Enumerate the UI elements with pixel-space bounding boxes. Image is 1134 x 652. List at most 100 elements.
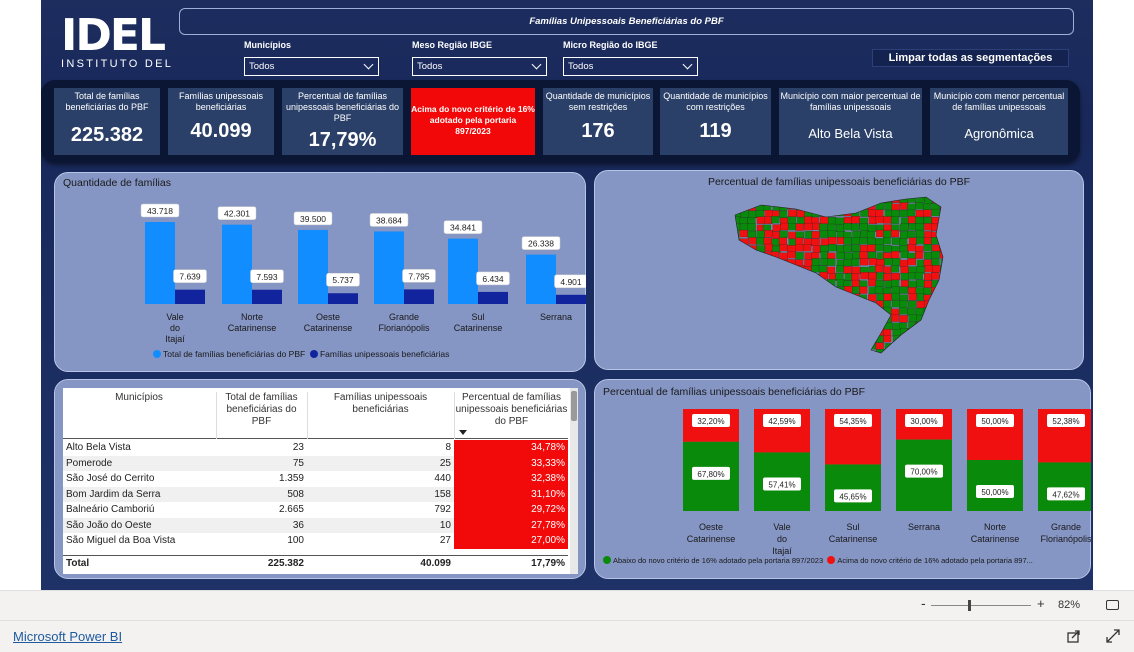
- map-municipality[interactable]: [907, 230, 916, 239]
- map-municipality[interactable]: [763, 286, 772, 294]
- map-municipality[interactable]: [891, 272, 900, 281]
- map-municipality[interactable]: [779, 328, 788, 336]
- map-municipality[interactable]: [859, 237, 868, 245]
- col-percentual[interactable]: Percentual de famílias unipessoais benef…: [454, 392, 568, 439]
- slicer-municipios-dropdown[interactable]: Todos: [244, 57, 379, 76]
- map-municipality[interactable]: [739, 349, 748, 355]
- map-municipality[interactable]: [788, 307, 797, 315]
- map-municipality[interactable]: [748, 287, 757, 295]
- map-municipality[interactable]: [923, 342, 932, 350]
- map-municipality[interactable]: [924, 265, 934, 273]
- map-municipality[interactable]: [939, 308, 946, 316]
- bar-unipessoais[interactable]: [478, 291, 508, 304]
- map-municipality[interactable]: [907, 328, 916, 336]
- map-municipality[interactable]: [884, 343, 893, 351]
- clear-slicers-button[interactable]: Limpar todas as segmentações: [872, 49, 1069, 67]
- powerbi-link[interactable]: Microsoft Power BI: [13, 629, 122, 644]
- map-municipality[interactable]: [763, 342, 773, 351]
- map-municipality[interactable]: [843, 350, 852, 355]
- map-municipality[interactable]: [819, 349, 829, 355]
- map-municipality[interactable]: [739, 308, 748, 316]
- map-municipality[interactable]: [804, 321, 813, 329]
- map-municipality[interactable]: [739, 203, 748, 211]
- map-municipality[interactable]: [779, 230, 788, 238]
- map-municipality[interactable]: [795, 307, 804, 315]
- map-municipality[interactable]: [891, 196, 900, 204]
- map-municipality[interactable]: [883, 273, 892, 281]
- map-municipality[interactable]: [747, 301, 756, 309]
- map-municipality[interactable]: [899, 336, 908, 344]
- map-municipality[interactable]: [892, 258, 901, 266]
- map-municipality[interactable]: [931, 272, 940, 280]
- map-municipality[interactable]: [836, 251, 845, 260]
- map-municipality[interactable]: [932, 349, 941, 355]
- map-municipality[interactable]: [748, 321, 757, 329]
- map-municipality[interactable]: [772, 315, 781, 324]
- map-municipality[interactable]: [787, 322, 796, 330]
- scrollbar-thumb[interactable]: [571, 391, 577, 421]
- map-municipality[interactable]: [796, 217, 805, 225]
- map-municipality[interactable]: [803, 244, 812, 252]
- map-municipality[interactable]: [876, 229, 885, 238]
- map-municipality[interactable]: [931, 208, 940, 217]
- map-municipality[interactable]: [731, 293, 740, 301]
- map-municipality[interactable]: [803, 273, 813, 282]
- map-municipality[interactable]: [890, 265, 900, 273]
- map-municipality[interactable]: [764, 314, 773, 322]
- map-municipality[interactable]: [883, 293, 892, 301]
- map-municipality[interactable]: [915, 342, 924, 350]
- map-municipality[interactable]: [755, 321, 764, 329]
- map-municipality[interactable]: [874, 264, 884, 273]
- map-municipality[interactable]: [812, 245, 821, 253]
- map-municipality[interactable]: [820, 315, 829, 323]
- map-municipality[interactable]: [764, 230, 773, 238]
- map-municipality[interactable]: [748, 237, 757, 245]
- sort-desc-icon[interactable]: [459, 430, 467, 435]
- map-municipality[interactable]: [796, 329, 805, 338]
- map-municipality[interactable]: [827, 223, 836, 232]
- map-municipality[interactable]: [740, 252, 749, 260]
- map-municipality[interactable]: [908, 223, 917, 231]
- map-municipality[interactable]: [780, 292, 789, 301]
- map-municipality[interactable]: [763, 293, 772, 301]
- map-municipality[interactable]: [795, 223, 804, 231]
- map-municipality[interactable]: [747, 217, 756, 225]
- map-municipality[interactable]: [930, 342, 940, 350]
- map-municipality[interactable]: [940, 210, 946, 218]
- map-municipality[interactable]: [835, 217, 844, 225]
- map-municipality[interactable]: [827, 329, 836, 338]
- map-municipality[interactable]: [819, 343, 828, 351]
- map-municipality[interactable]: [828, 244, 837, 252]
- map-municipality[interactable]: [915, 322, 924, 330]
- map-municipality[interactable]: [733, 272, 741, 281]
- map-municipality[interactable]: [748, 314, 758, 322]
- table-row[interactable]: Pomerode 75 25 33,33%: [63, 455, 568, 471]
- bar-unipessoais[interactable]: [252, 289, 282, 304]
- map-municipality[interactable]: [764, 322, 773, 330]
- map-municipality[interactable]: [763, 196, 772, 204]
- bar-unipessoais[interactable]: [328, 293, 358, 304]
- map-municipality[interactable]: [819, 308, 828, 316]
- map-municipality[interactable]: [756, 272, 765, 280]
- bar-abaixo[interactable]: [825, 464, 881, 511]
- map-municipality[interactable]: [827, 300, 836, 308]
- col-familias-unipessoais[interactable]: Famílias unipessoais beneficiárias: [307, 392, 453, 439]
- map-municipality[interactable]: [931, 300, 941, 308]
- map-municipality[interactable]: [740, 320, 749, 329]
- map-municipality[interactable]: [867, 244, 876, 252]
- map-municipality[interactable]: [915, 229, 925, 238]
- map-municipality[interactable]: [755, 343, 765, 351]
- map-municipality[interactable]: [740, 245, 749, 253]
- map-municipality[interactable]: [868, 272, 877, 280]
- map-municipality[interactable]: [756, 252, 765, 261]
- map-municipality[interactable]: [835, 272, 844, 281]
- map-municipality[interactable]: [827, 343, 836, 351]
- map-municipality[interactable]: [939, 300, 946, 308]
- map-municipality[interactable]: [843, 293, 852, 301]
- map-municipality[interactable]: [795, 244, 804, 252]
- map-municipality[interactable]: [780, 350, 789, 355]
- map-municipality[interactable]: [916, 300, 925, 309]
- map-municipality[interactable]: [732, 245, 741, 253]
- map-municipality[interactable]: [915, 336, 924, 344]
- map-municipality[interactable]: [787, 251, 796, 259]
